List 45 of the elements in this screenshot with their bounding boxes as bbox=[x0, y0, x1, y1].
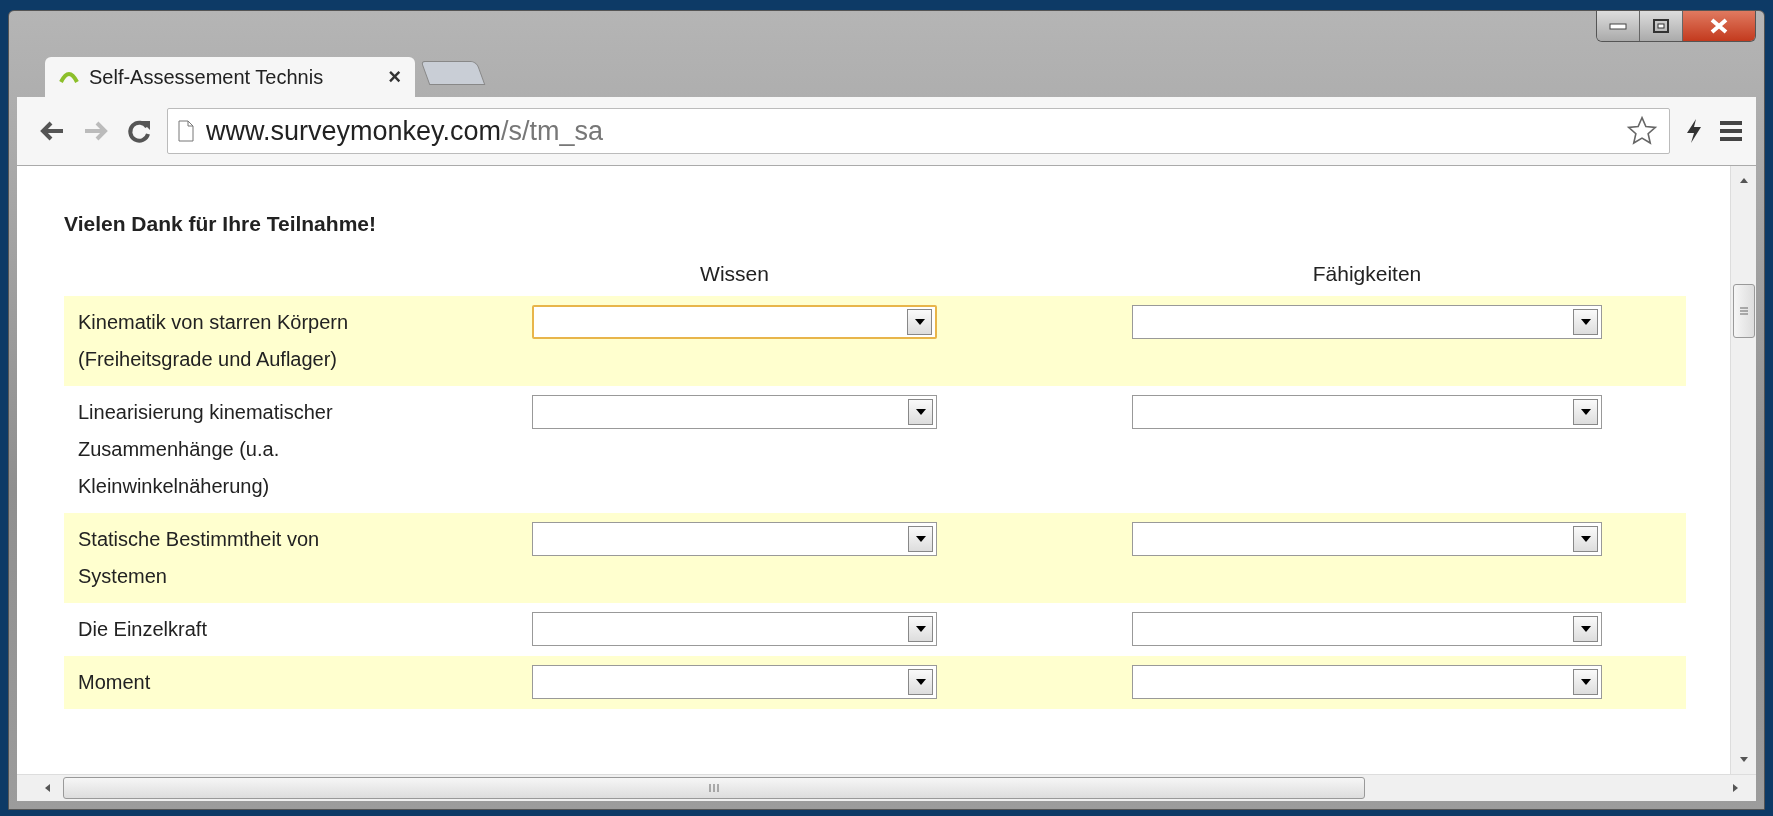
logo-icon bbox=[59, 70, 79, 84]
scroll-right-icon[interactable] bbox=[1732, 783, 1740, 793]
dropdown-field[interactable] bbox=[1132, 665, 1602, 699]
dropdown-field[interactable] bbox=[1132, 522, 1602, 556]
scrollbar-thumb[interactable] bbox=[1732, 284, 1755, 338]
maximize-icon bbox=[1652, 19, 1670, 33]
question-label: Statische Bestimmtheit von Systemen bbox=[78, 527, 321, 589]
close-button[interactable] bbox=[1683, 11, 1755, 41]
column-header: Fähigkeiten bbox=[1311, 262, 1423, 286]
menu-icon[interactable] bbox=[1718, 120, 1744, 142]
close-icon bbox=[1709, 18, 1729, 34]
dropdown-field[interactable] bbox=[1132, 612, 1602, 646]
dropdown-field[interactable] bbox=[1132, 395, 1602, 429]
url-host: www.surveymonkey.com bbox=[206, 115, 502, 146]
vertical-scrollbar[interactable] bbox=[1730, 166, 1756, 774]
scroll-down-icon[interactable] bbox=[1738, 756, 1749, 764]
minimize-icon bbox=[1609, 22, 1627, 30]
question-label: Linearisierung kinematischer Zusammenhänge (u.a. Kleinwinkelnäherung) bbox=[78, 400, 334, 499]
dropdown-field[interactable] bbox=[532, 395, 937, 429]
minimize-button[interactable] bbox=[1597, 11, 1640, 41]
question-label: Moment bbox=[78, 670, 152, 695]
scrollbar-thumb[interactable] bbox=[63, 777, 1365, 799]
maximize-button[interactable] bbox=[1640, 11, 1683, 41]
scroll-left-icon[interactable] bbox=[43, 783, 51, 793]
horizontal-scrollbar[interactable] bbox=[17, 774, 1756, 801]
question-label: Kinematik von starren Körpern (Freiheitsgrade und Auflager) bbox=[78, 310, 350, 372]
scroll-up-icon[interactable] bbox=[1738, 176, 1749, 184]
star-icon[interactable] bbox=[1625, 115, 1659, 147]
browser-tab[interactable]: Self-Assessement Technis × bbox=[45, 57, 415, 97]
dropdown-field[interactable] bbox=[532, 665, 937, 699]
lightning-icon[interactable] bbox=[1684, 117, 1704, 145]
dropdown-field[interactable] bbox=[532, 612, 937, 646]
survey-heading: Vielen Dank für Ihre Teilnahme! bbox=[64, 212, 377, 236]
question-label: Die Einzelkraft bbox=[78, 617, 208, 642]
dropdown-field[interactable] bbox=[532, 522, 937, 556]
url-path: /s/tm_sa bbox=[501, 115, 604, 146]
grip-icon bbox=[707, 783, 721, 793]
tab-title: Self-Assessement Technis bbox=[89, 65, 325, 89]
dropdown-field[interactable] bbox=[532, 305, 937, 339]
column-header: Wissen bbox=[699, 262, 770, 286]
grip-icon bbox=[1738, 306, 1749, 316]
close-tab-button[interactable]: × bbox=[388, 64, 401, 90]
address-bar[interactable]: www.surveymonkey.com/s/tm_sa bbox=[167, 108, 1670, 154]
dropdown-field[interactable] bbox=[1132, 305, 1602, 339]
page-icon bbox=[178, 120, 194, 142]
